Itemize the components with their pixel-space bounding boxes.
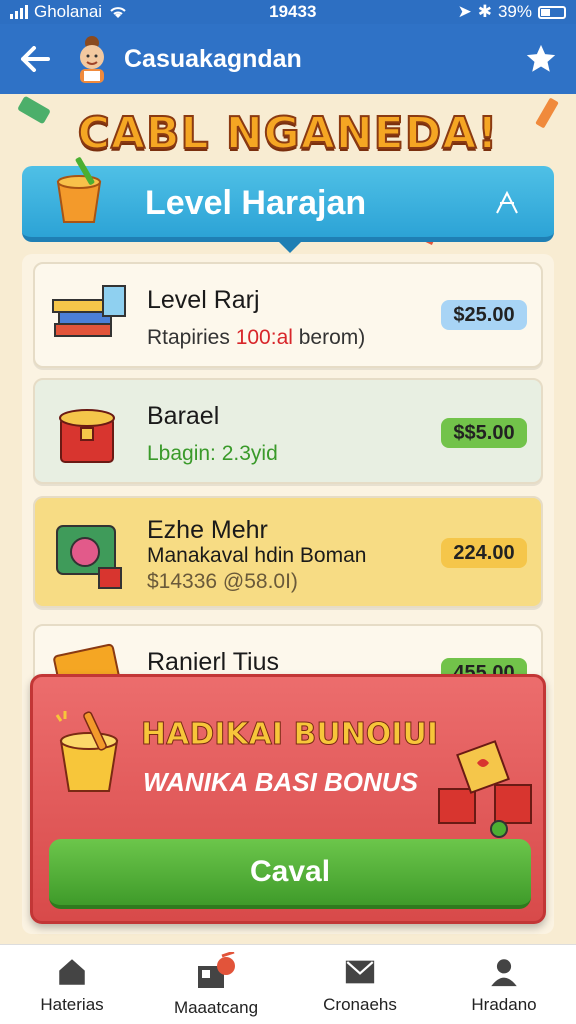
nav-label: Cronaehs — [323, 994, 397, 1014]
mail-icon — [345, 960, 375, 983]
offer-description: Lbagin: 2.3yid — [147, 442, 278, 465]
level-title: Level Harajan — [145, 184, 367, 222]
clock: 19433 — [269, 2, 317, 21]
app-title: Casuakagndan — [124, 44, 302, 73]
offer-description: Rtapiries 100:al berom) — [147, 326, 365, 350]
status-bar: Gholanai 19433 ➤ ✱ 39% — [0, 0, 576, 24]
offer-name: Ezhe Mehr — [147, 516, 268, 544]
signal-icon — [10, 5, 28, 19]
gift-pile-icon — [438, 740, 532, 838]
bonus-popup: HADIKAI BUNOIUI WANIKA BASI BONUS Caval — [30, 674, 546, 924]
battery-percent: 39% — [497, 2, 532, 21]
offer-name: Level Rarj — [147, 286, 260, 314]
shop-icon — [198, 951, 235, 988]
carrier-name: Gholanai — [34, 2, 103, 21]
camera-box-icon — [56, 525, 122, 589]
offer-subprice: $14336 @58.0I) — [147, 570, 298, 593]
headline-title: CABL NGANEDA! — [77, 107, 499, 160]
claim-button[interactable]: Caval — [49, 839, 531, 909]
nav-item-home[interactable]: Haterias — [0, 945, 144, 1024]
back-button[interactable] — [0, 24, 70, 94]
offer-card[interactable]: Level Rarj Rtapiries 100:al berom) $25.0… — [33, 262, 543, 368]
app-bar: Casuakagndan — [0, 24, 576, 94]
nav-item-shop[interactable]: Maaatcang — [144, 945, 288, 1024]
star-icon — [526, 44, 556, 72]
back-arrow-icon — [21, 46, 50, 72]
offer-name: Ranierl Tius — [147, 648, 279, 676]
bottom-nav: Haterias Maaatcang Cronaehs Hradano — [0, 944, 576, 1024]
offer-card[interactable]: Barael Lbagin: 2.3yid $$5.00 — [33, 378, 543, 484]
nav-label: Haterias — [40, 994, 104, 1014]
trophy-cup-icon — [56, 157, 102, 223]
wifi-icon — [110, 7, 126, 18]
bonus-subtitle: WANIKA BASI BONUS — [143, 767, 418, 797]
price-tag[interactable]: 224.00 — [441, 538, 527, 568]
nav-label: Hradano — [471, 994, 537, 1014]
level-banner: Level Harajan — [22, 157, 554, 253]
nav-item-messages[interactable]: Cronaehs — [288, 945, 432, 1024]
bluetooth-icon: ✱ — [477, 2, 492, 21]
bonus-title: HADIKAI BUNOIUI — [141, 717, 439, 753]
battery-icon — [538, 5, 566, 19]
user-icon — [491, 958, 517, 986]
offer-desc-suffix: berom) — [292, 326, 366, 349]
price-tag[interactable]: $$5.00 — [441, 418, 527, 448]
offer-desc-highlight: 100:al — [235, 326, 293, 349]
nav-item-profile[interactable]: Hradano — [432, 945, 576, 1024]
favorite-button[interactable] — [506, 24, 576, 94]
treasure-chest-icon — [59, 409, 115, 463]
trophy-cup-icon — [55, 711, 119, 792]
location-icon: ➤ — [457, 2, 472, 21]
home-icon — [59, 958, 85, 985]
offer-card[interactable]: Ezhe Mehr Manakaval hdin Boman $14336 @5… — [33, 496, 543, 608]
offer-desc-prefix: Rtapiries — [147, 326, 236, 349]
mascot-avatar-icon — [80, 36, 104, 83]
price-tag[interactable]: $25.00 — [441, 300, 527, 330]
sparkle-icon — [496, 190, 518, 214]
offer-description: Manakaval hdin Boman — [147, 544, 367, 567]
nav-label: Maaatcang — [173, 997, 259, 1017]
offer-name: Barael — [147, 402, 220, 430]
books-icon — [52, 285, 126, 337]
